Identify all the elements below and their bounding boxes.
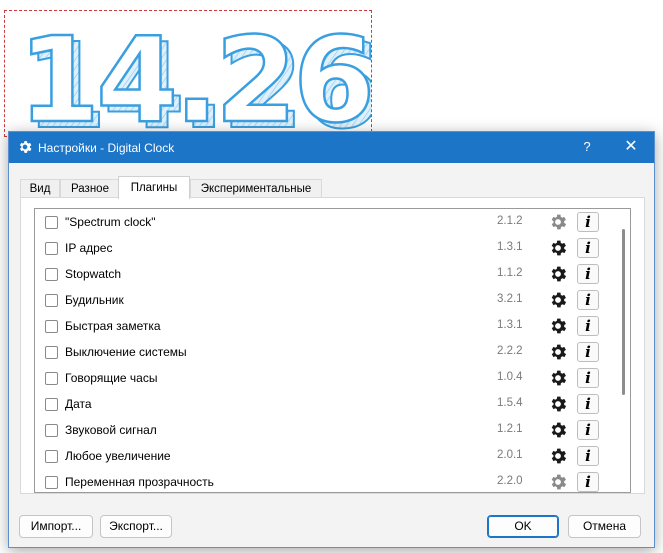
- plugin-name: Любое увеличение: [65, 449, 171, 463]
- plugin-checkbox[interactable]: [45, 294, 58, 307]
- plugin-name: Дата: [65, 397, 92, 411]
- plugin-row: Быстрая заметка 1.3.1 i: [35, 314, 615, 340]
- ok-button[interactable]: OK: [487, 515, 559, 538]
- plugin-settings-gear-icon[interactable]: [548, 446, 570, 466]
- plugin-settings-gear-icon[interactable]: [548, 290, 570, 310]
- scrollbar[interactable]: [618, 211, 630, 490]
- tab-experimental[interactable]: Экспериментальные: [190, 179, 322, 198]
- plugin-checkbox[interactable]: [45, 320, 58, 333]
- plugin-name: Говорящие часы: [65, 371, 158, 385]
- plugin-info-button[interactable]: i: [577, 342, 599, 362]
- tab-plugins[interactable]: Плагины: [118, 176, 190, 199]
- clock-digits: 14.26 14.26: [17, 11, 371, 136]
- scrollbar-thumb[interactable]: [622, 229, 625, 395]
- plugin-row: Любое увеличение 2.0.1 i: [35, 444, 615, 470]
- clock-time-text: 14.26: [18, 11, 371, 136]
- plugins-panel: "Spectrum clock" 2.1.2 i IP адрес 1.3.1 i Stop…: [20, 197, 645, 494]
- plugin-info-button[interactable]: i: [577, 446, 599, 466]
- plugin-row: Дата 1.5.4 i: [35, 392, 615, 418]
- gear-icon: [19, 141, 32, 153]
- plugin-list[interactable]: "Spectrum clock" 2.1.2 i IP адрес 1.3.1 i Stop…: [34, 208, 631, 493]
- plugin-checkbox[interactable]: [45, 268, 58, 281]
- plugin-settings-gear-icon[interactable]: [548, 264, 570, 284]
- plugin-row: IP адрес 1.3.1 i: [35, 236, 615, 262]
- plugin-name: Быстрая заметка: [65, 319, 161, 333]
- plugin-row: Выключение системы 2.2.2 i: [35, 340, 615, 366]
- settings-dialog: Настройки - Digital Clock ? ✕ Вид Разное…: [8, 131, 655, 548]
- plugin-settings-gear-icon[interactable]: [548, 316, 570, 336]
- tab-misc[interactable]: Разное: [60, 179, 120, 198]
- plugin-checkbox[interactable]: [45, 346, 58, 359]
- import-button[interactable]: Импорт...: [19, 515, 93, 538]
- plugin-checkbox[interactable]: [45, 398, 58, 411]
- plugin-row: Говорящие часы 1.0.4 i: [35, 366, 615, 392]
- plugin-name: IP адрес: [65, 241, 113, 255]
- plugin-checkbox[interactable]: [45, 450, 58, 463]
- window-title: Настройки - Digital Clock: [38, 141, 175, 155]
- close-button[interactable]: ✕: [617, 136, 645, 158]
- plugin-row: Будильник 3.2.1 i: [35, 288, 615, 314]
- plugin-version: 2.0.1: [497, 449, 523, 461]
- plugin-settings-gear-icon[interactable]: [548, 342, 570, 362]
- plugin-info-button[interactable]: i: [577, 368, 599, 388]
- plugin-name: Будильник: [65, 293, 124, 307]
- plugin-version: 1.1.2: [497, 267, 523, 279]
- plugin-row: "Spectrum clock" 2.1.2 i: [35, 210, 615, 236]
- title-bar[interactable]: Настройки - Digital Clock ? ✕: [9, 132, 654, 163]
- clock-preview: 14.26 14.26: [4, 10, 372, 137]
- plugin-info-button[interactable]: i: [577, 316, 599, 336]
- plugin-info-button[interactable]: i: [577, 472, 599, 492]
- plugin-settings-gear-icon[interactable]: [548, 368, 570, 388]
- plugin-info-button[interactable]: i: [577, 212, 599, 232]
- plugin-version: 2.1.2: [497, 215, 523, 227]
- plugin-name: Звуковой сигнал: [65, 423, 157, 437]
- plugin-checkbox[interactable]: [45, 216, 58, 229]
- plugin-name: Выключение системы: [65, 345, 187, 359]
- export-button[interactable]: Экспорт...: [100, 515, 172, 538]
- plugin-settings-gear-icon: [548, 472, 570, 492]
- tab-view[interactable]: Вид: [20, 179, 60, 198]
- plugin-checkbox[interactable]: [45, 242, 58, 255]
- plugin-name: Переменная прозрачность: [65, 475, 214, 489]
- plugin-info-button[interactable]: i: [577, 420, 599, 440]
- plugin-info-button[interactable]: i: [577, 264, 599, 284]
- cancel-button[interactable]: Отмена: [568, 515, 641, 538]
- help-button[interactable]: ?: [575, 136, 599, 158]
- plugin-checkbox[interactable]: [45, 372, 58, 385]
- plugin-settings-gear-icon[interactable]: [548, 394, 570, 414]
- plugin-info-button[interactable]: i: [577, 290, 599, 310]
- plugin-version: 1.0.4: [497, 371, 523, 383]
- plugin-version: 1.5.4: [497, 397, 523, 409]
- plugin-row: Stopwatch 1.1.2 i: [35, 262, 615, 288]
- plugin-settings-gear-icon[interactable]: [548, 420, 570, 440]
- plugin-row: Переменная прозрачность 2.2.0 i: [35, 470, 615, 492]
- plugin-settings-gear-icon: [548, 212, 570, 232]
- plugin-info-button[interactable]: i: [577, 238, 599, 258]
- plugin-version: 2.2.0: [497, 475, 523, 487]
- plugin-settings-gear-icon[interactable]: [548, 238, 570, 258]
- plugin-version: 1.3.1: [497, 241, 523, 253]
- plugin-row: Звуковой сигнал 1.2.1 i: [35, 418, 615, 444]
- plugin-info-button[interactable]: i: [577, 394, 599, 414]
- plugin-name: "Spectrum clock": [65, 215, 156, 229]
- plugin-version: 1.3.1: [497, 319, 523, 331]
- plugin-checkbox[interactable]: [45, 476, 58, 489]
- plugin-version: 3.2.1: [497, 293, 523, 305]
- plugin-checkbox[interactable]: [45, 424, 58, 437]
- plugin-name: Stopwatch: [65, 267, 122, 281]
- plugin-version: 1.2.1: [497, 423, 523, 435]
- plugin-version: 2.2.2: [497, 345, 523, 357]
